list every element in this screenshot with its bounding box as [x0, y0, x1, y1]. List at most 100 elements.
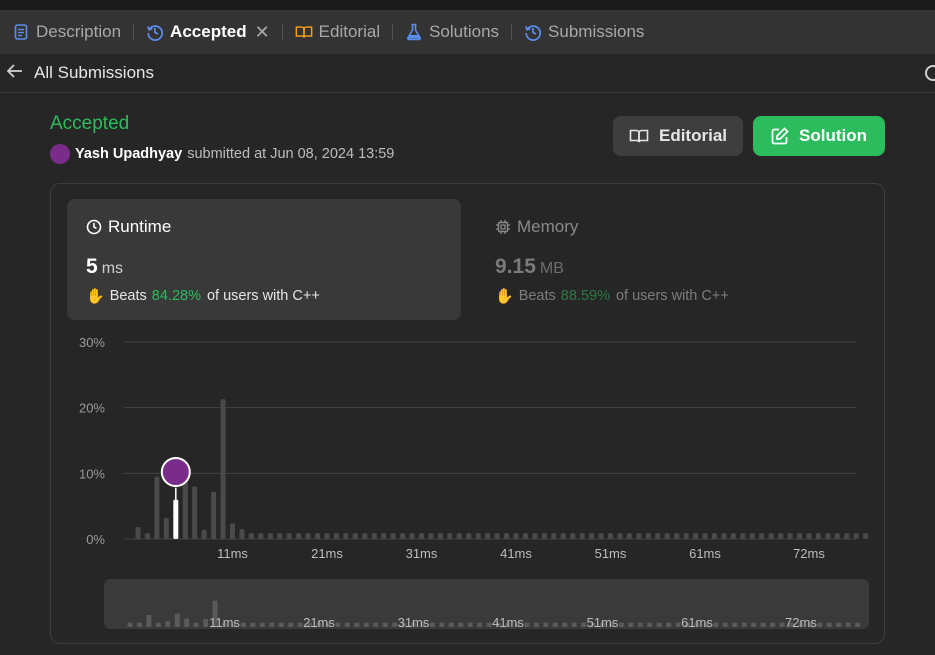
bar — [409, 533, 415, 539]
bar — [362, 533, 368, 539]
bar — [617, 533, 623, 539]
bar — [428, 533, 434, 539]
bar — [768, 533, 774, 539]
overview-bar — [174, 613, 180, 627]
overview-bar — [675, 622, 681, 627]
bar — [437, 533, 443, 539]
bar — [400, 533, 406, 539]
y-tick-label: 10% — [79, 466, 105, 481]
bar — [740, 533, 746, 539]
bar — [192, 486, 198, 539]
overview-bar — [581, 622, 587, 627]
overview-bar — [429, 622, 435, 627]
bar — [702, 533, 708, 539]
y-tick-label: 30% — [79, 335, 105, 350]
overview-bar — [448, 622, 454, 627]
overview-bar — [146, 615, 152, 627]
overview-bar — [722, 622, 728, 627]
bar — [589, 533, 595, 539]
bar — [853, 533, 859, 539]
overview-bar — [155, 622, 161, 627]
bar — [163, 517, 169, 539]
overview-bar — [552, 622, 558, 627]
overview-bar — [278, 622, 284, 627]
bar — [655, 533, 661, 539]
overview-bar — [373, 622, 379, 627]
bar — [711, 533, 717, 539]
overview-bar — [845, 622, 851, 627]
overview-bar — [562, 622, 568, 627]
overview-bar — [637, 622, 643, 627]
bar — [381, 533, 387, 539]
overview-bar — [543, 622, 549, 627]
bar — [522, 533, 528, 539]
bar — [485, 533, 491, 539]
highlighted-bar — [173, 499, 179, 539]
bar — [456, 533, 462, 539]
bar — [248, 533, 254, 539]
overview-bar — [524, 622, 530, 627]
bar — [598, 533, 604, 539]
overview-bar — [269, 622, 275, 627]
overview-bar — [656, 622, 662, 627]
overview-bar — [732, 622, 738, 627]
bar — [759, 533, 765, 539]
overview-bar — [779, 622, 785, 627]
overview-bar — [855, 622, 861, 627]
bar — [749, 533, 755, 539]
overview-tick-label: 61ms — [681, 615, 713, 630]
bar — [645, 533, 651, 539]
overview-bar — [666, 622, 672, 627]
overview-bar — [826, 622, 832, 627]
bar — [220, 399, 226, 539]
bar — [230, 523, 235, 539]
bar — [211, 491, 217, 539]
bar — [570, 533, 576, 539]
bar — [277, 533, 283, 539]
runtime-distribution-chart: 0% 10% 20% 30% 11ms 21ms 31ms 41ms 51ms 61ms 72ms 1… — [79, 335, 869, 630]
bar — [626, 533, 632, 539]
bar — [267, 533, 273, 539]
overview-bar — [392, 622, 398, 627]
x-tick-label: 21ms — [311, 546, 343, 561]
bar — [778, 533, 784, 539]
overview-bar — [571, 622, 577, 627]
user-avatar-marker — [160, 457, 191, 487]
bar — [135, 527, 141, 539]
x-tick-label: 31ms — [406, 546, 438, 561]
bar — [343, 533, 349, 539]
overview-bar — [127, 622, 133, 627]
overview-bar — [836, 622, 842, 627]
bar — [834, 533, 840, 539]
bar — [315, 533, 321, 539]
bar — [201, 529, 207, 539]
bar — [693, 533, 699, 539]
bar — [239, 529, 245, 539]
overview-bar — [647, 622, 653, 627]
overview-bar — [297, 622, 303, 627]
bar — [466, 533, 472, 539]
bar — [371, 533, 377, 539]
overview-bar — [250, 622, 256, 627]
bar — [324, 533, 330, 539]
overview-bar — [477, 622, 483, 627]
bar — [154, 476, 160, 539]
bar — [721, 533, 727, 539]
bar — [730, 533, 736, 539]
overview-bar — [354, 622, 360, 627]
bar — [305, 533, 311, 539]
bar — [333, 533, 339, 539]
overview-bar — [533, 622, 539, 627]
overview-tick-label: 21ms — [303, 615, 335, 630]
bar — [863, 533, 869, 539]
bar — [825, 533, 831, 539]
bar — [683, 533, 689, 539]
overview-bar — [259, 622, 265, 627]
x-tick-label: 41ms — [500, 546, 532, 561]
bar — [815, 533, 821, 539]
y-tick-label: 20% — [79, 401, 105, 416]
bar — [513, 533, 519, 539]
overview-tick-label: 11ms — [209, 615, 240, 630]
overview-tick-label: 51ms — [587, 615, 619, 630]
overview-bar — [203, 618, 209, 627]
